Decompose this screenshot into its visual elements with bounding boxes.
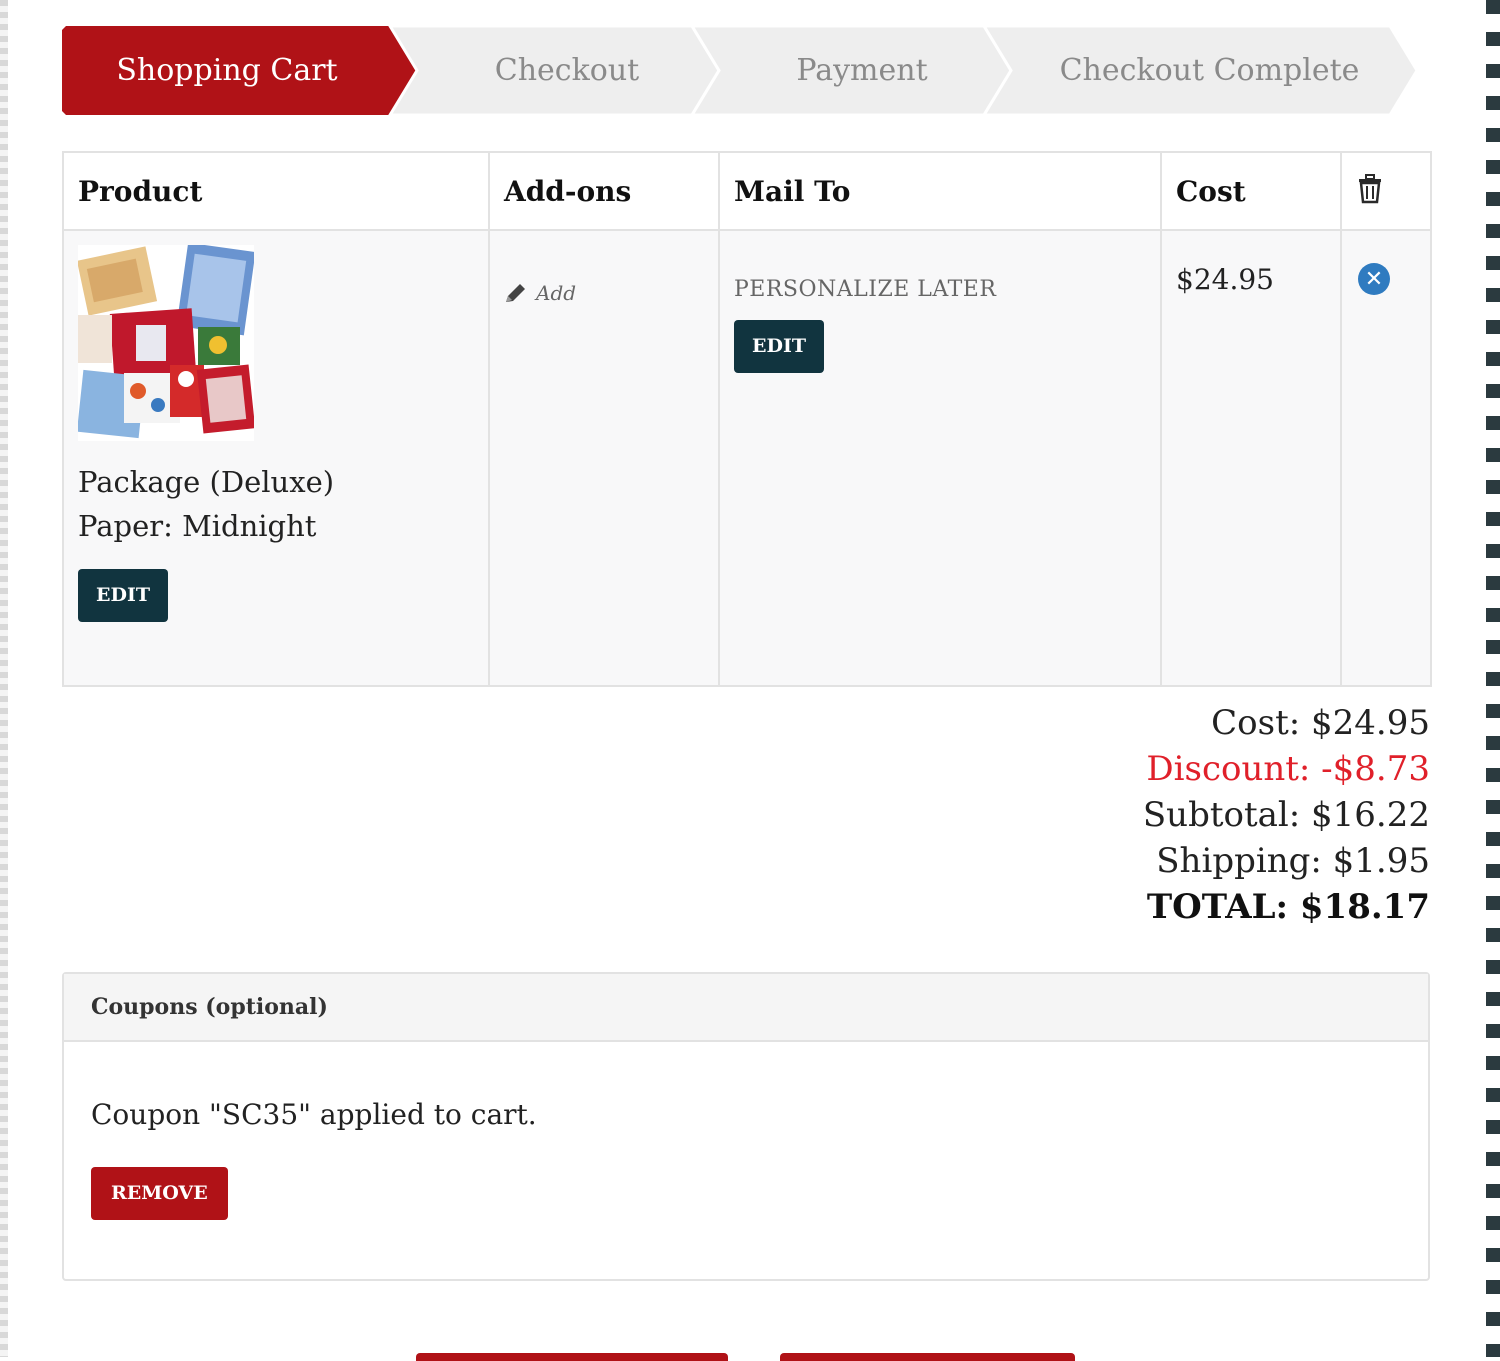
table-header-row: Product Add-ons Mail To Cost [62, 151, 1432, 231]
item-cost: $24.95 [1176, 263, 1274, 296]
mail-to-edit-button[interactable]: EDIT [734, 320, 824, 373]
totals-subtotal: Subtotal: $16.22 [1142, 795, 1430, 835]
close-circle-icon[interactable]: ✕ [1358, 263, 1390, 295]
step-checkout[interactable]: Checkout [417, 26, 717, 115]
step-label: Checkout [494, 53, 640, 88]
coupons-title: Coupons (optional) [64, 974, 1428, 1042]
mail-to-cell: PERSONALIZE LATER EDIT [718, 229, 1162, 687]
totals-cost: Cost: $24.95 [1211, 703, 1430, 743]
header-addons: Add-ons [488, 151, 720, 231]
product-cell: Package (Deluxe) Paper: Midnight EDIT [62, 229, 490, 687]
step-checkout-complete[interactable]: Checkout Complete [1007, 26, 1412, 115]
trash-icon [1359, 173, 1381, 203]
bottom-button-right[interactable] [780, 1353, 1075, 1361]
addons-cell: Add [488, 229, 720, 687]
cart-table: Product Add-ons Mail To Cost Package (De… [62, 151, 1432, 687]
page-right-border [1486, 0, 1500, 1357]
product-image [76, 242, 256, 441]
coupon-message: Coupon "SC35" applied to cart. [91, 1098, 537, 1131]
checkout-progress: Shopping Cart Checkout Payment Checkout … [62, 26, 1417, 115]
totals-discount: Discount: -$8.73 [1146, 749, 1430, 789]
totals-shipping: Shipping: $1.95 [1156, 841, 1430, 881]
step-payment[interactable]: Payment [717, 26, 1007, 115]
product-paper: Paper: Midnight [78, 509, 317, 543]
totals-grand-total: TOTAL: $18.17 [1146, 887, 1430, 927]
cost-cell: $24.95 [1160, 229, 1342, 687]
step-label: Payment [796, 53, 928, 88]
add-addon-link[interactable]: Add [504, 281, 704, 305]
product-edit-button[interactable]: EDIT [78, 569, 168, 622]
header-product: Product [62, 151, 490, 231]
mail-to-status: PERSONALIZE LATER [734, 277, 997, 302]
pencil-icon [506, 284, 525, 302]
header-delete [1340, 151, 1432, 231]
step-label: Checkout Complete [1059, 53, 1360, 88]
bottom-button-left[interactable] [416, 1353, 728, 1361]
table-row: Package (Deluxe) Paper: Midnight EDIT Ad… [62, 229, 1432, 687]
product-thumbnail [76, 242, 256, 441]
order-totals: Cost: $24.95 Discount: -$8.73 Subtotal: … [1143, 700, 1430, 930]
remove-coupon-button[interactable]: REMOVE [91, 1167, 228, 1220]
step-shopping-cart[interactable]: Shopping Cart [62, 26, 392, 115]
product-name: Package (Deluxe) [78, 465, 335, 499]
coupons-panel: Coupons (optional) Coupon "SC35" applied… [62, 972, 1430, 1281]
page-left-border [0, 0, 8, 1357]
step-label: Shopping Cart [116, 53, 338, 88]
header-cost: Cost [1160, 151, 1342, 231]
remove-cell: ✕ [1340, 229, 1432, 687]
add-addon-label: Add [536, 281, 577, 305]
header-mail-to: Mail To [718, 151, 1162, 231]
